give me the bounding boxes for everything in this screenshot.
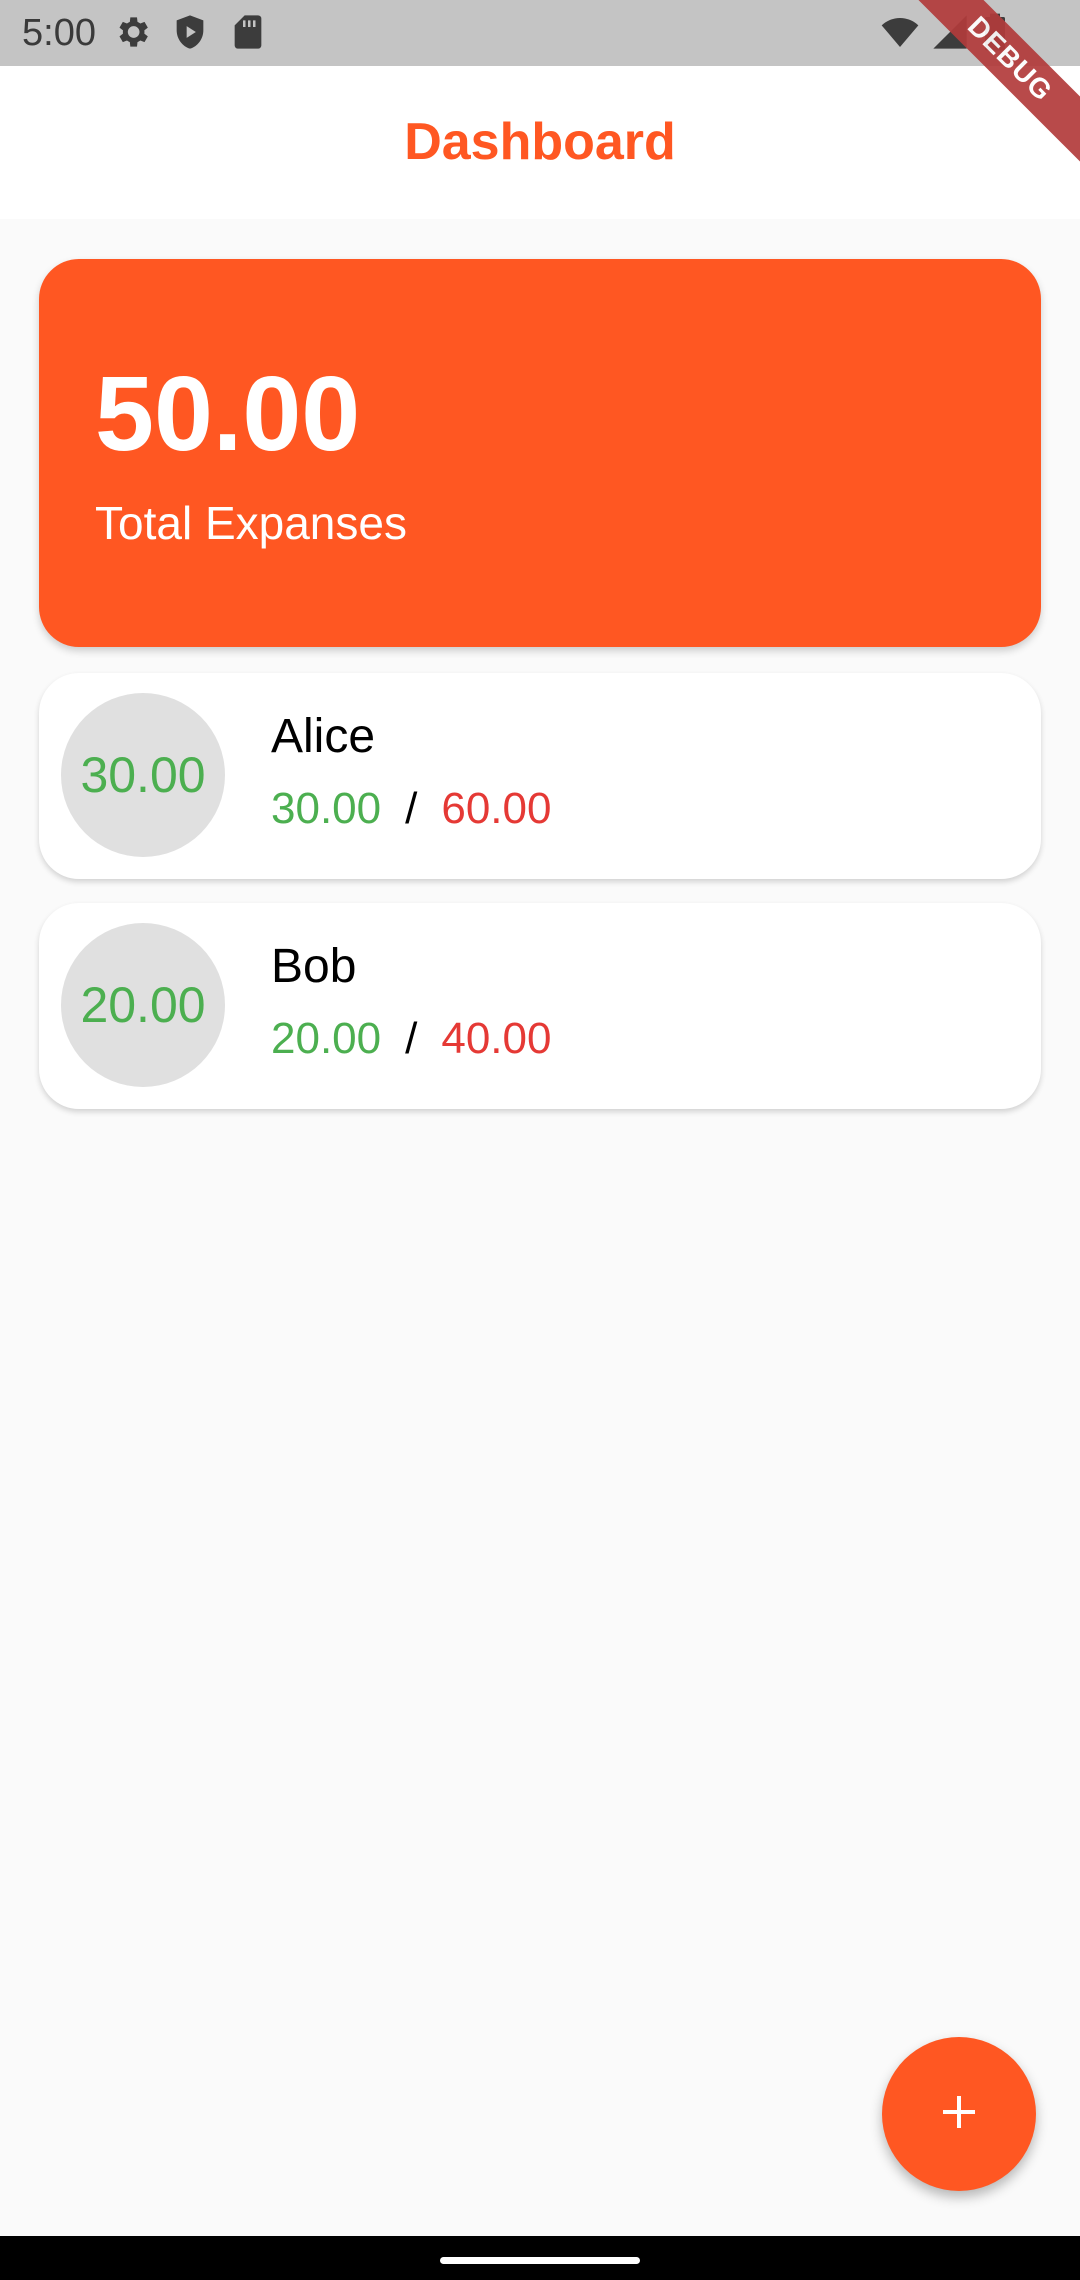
amount-separator: /	[405, 1014, 418, 1063]
avatar: 20.00	[61, 923, 225, 1087]
status-bar: 5:00	[0, 0, 1080, 66]
owed-amount: 40.00	[441, 1014, 552, 1063]
sd-card-icon	[228, 12, 268, 52]
screen: 5:00 DEBUG Dashboard 50.00 Total Expanse…	[0, 0, 1080, 2280]
app-bar: Dashboard	[0, 66, 1080, 219]
plus-icon	[935, 2088, 983, 2141]
wifi-icon	[880, 12, 920, 52]
add-button[interactable]	[882, 2037, 1036, 2191]
paid-amount: 30.00	[271, 784, 382, 833]
status-time: 5:00	[22, 12, 96, 54]
gear-icon	[112, 12, 152, 52]
navigation-bar	[0, 2236, 1080, 2280]
total-amount: 50.00	[95, 355, 361, 473]
person-amounts: 30.00 / 60.00	[271, 783, 551, 835]
person-card-alice[interactable]: 30.00 Alice 30.00 / 60.00	[39, 673, 1041, 879]
status-left-icons	[112, 12, 268, 52]
paid-amount: 20.00	[271, 1014, 382, 1063]
page-title: Dashboard	[404, 113, 676, 171]
amount-separator: /	[405, 784, 418, 833]
total-expenses-card: 50.00 Total Expanses	[39, 259, 1041, 647]
total-label: Total Expanses	[95, 497, 407, 549]
person-card-bob[interactable]: 20.00 Bob 20.00 / 40.00	[39, 903, 1041, 1109]
owed-amount: 60.00	[441, 784, 552, 833]
person-name: Alice	[271, 710, 376, 763]
play-protect-icon	[170, 12, 210, 52]
person-name: Bob	[271, 940, 357, 993]
home-gesture-handle[interactable]	[440, 2257, 640, 2264]
person-amounts: 20.00 / 40.00	[271, 1013, 551, 1065]
avatar: 30.00	[61, 693, 225, 857]
